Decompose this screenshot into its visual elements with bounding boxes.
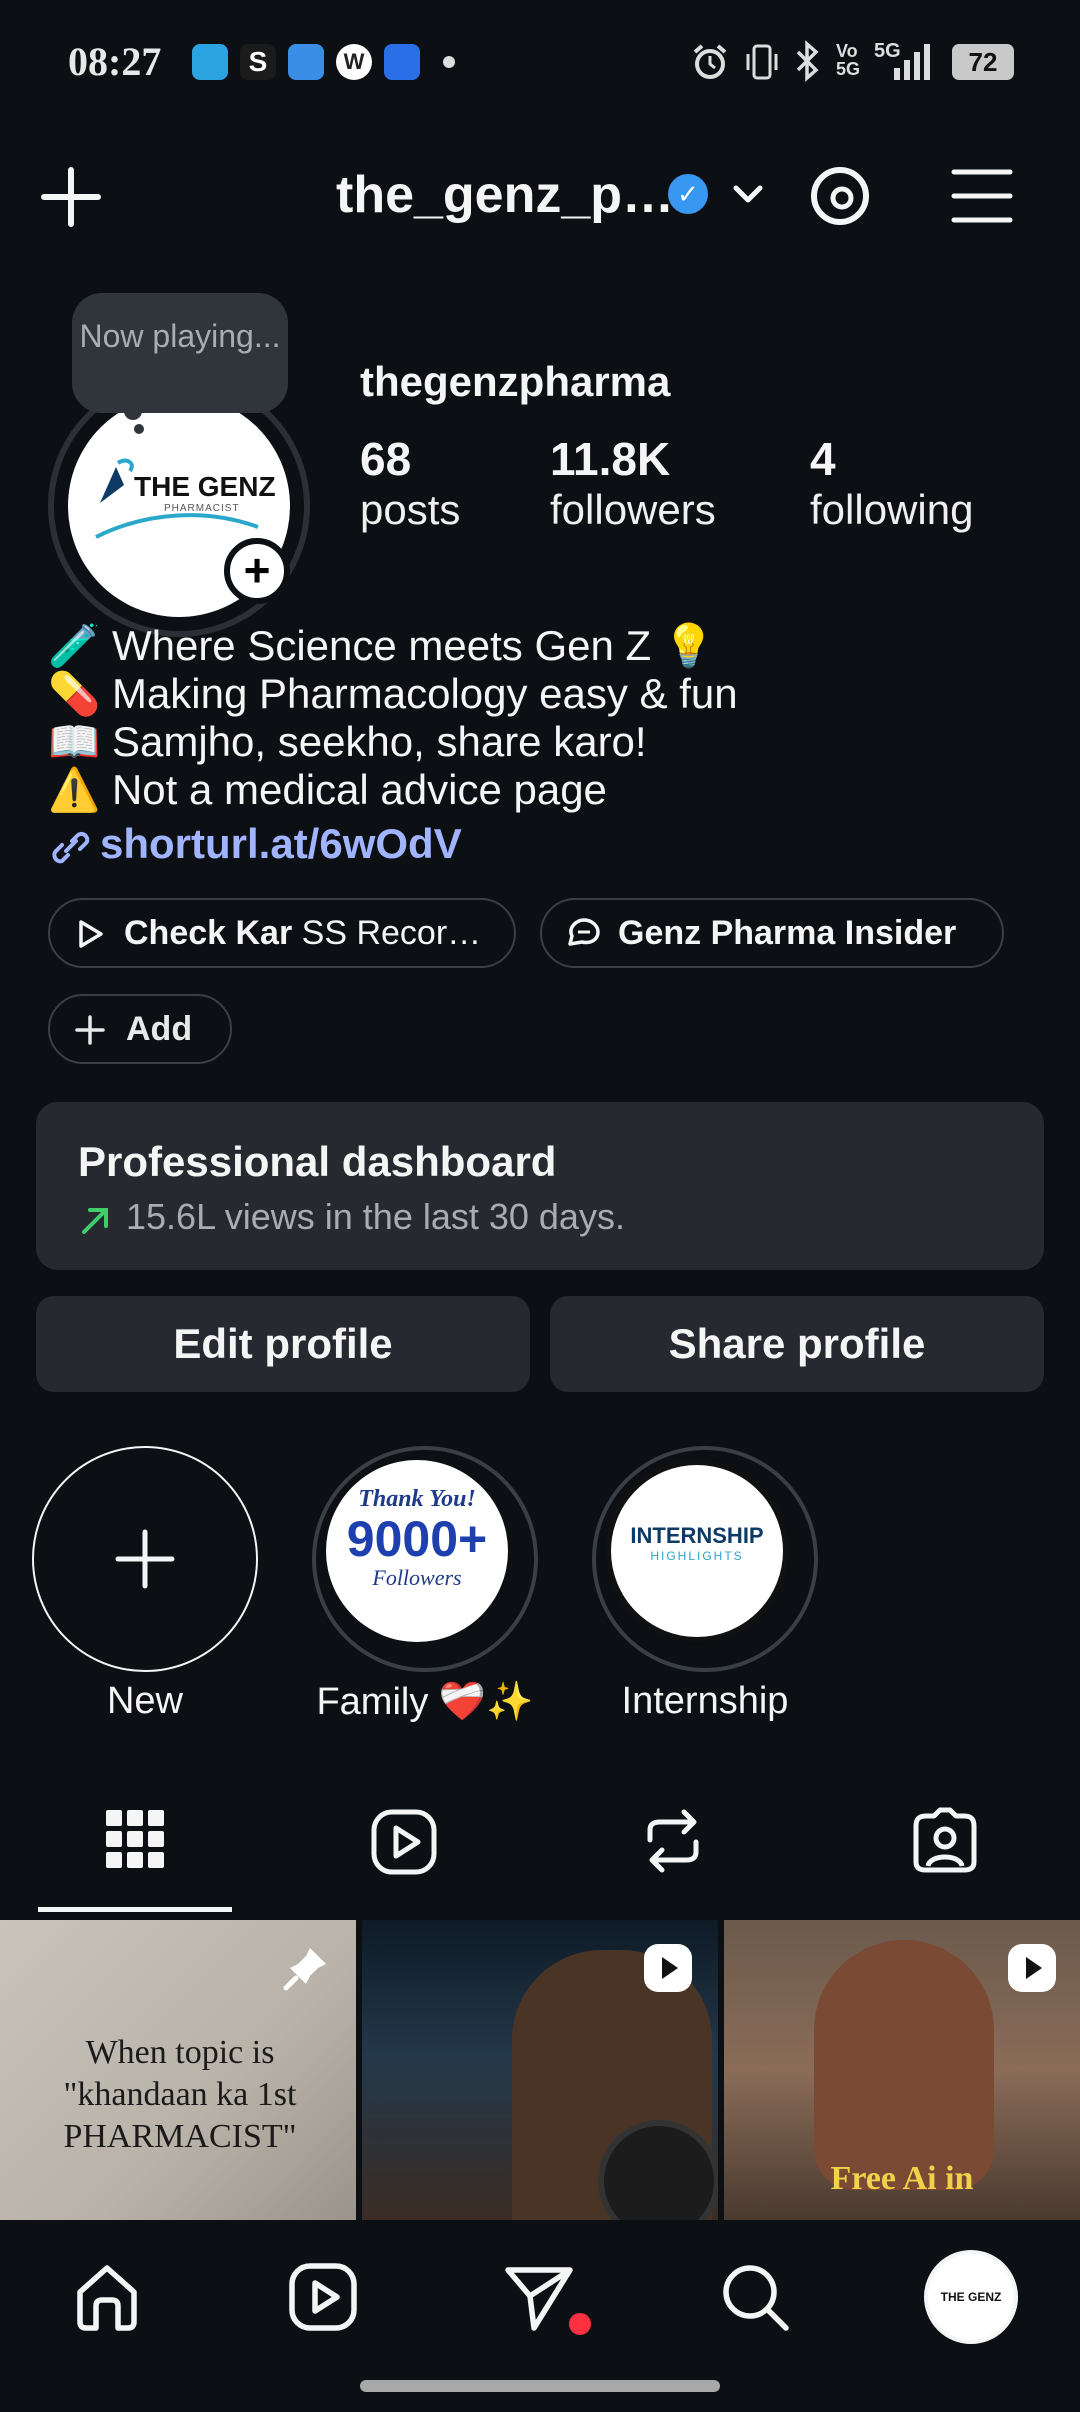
bio-link-text: shorturl.at/6wOdV bbox=[100, 820, 462, 867]
now-playing-bubble[interactable]: Now playing... bbox=[72, 293, 288, 413]
edit-profile-button[interactable]: Edit profile bbox=[36, 1296, 530, 1392]
professional-dashboard-card[interactable]: Professional dashboard 15.6L views in th… bbox=[36, 1102, 1044, 1270]
channel-pill-label: Genz Pharma Insider bbox=[618, 914, 957, 952]
bio-line: 📖 Samjho, seekho, share karo! bbox=[48, 718, 647, 765]
reels-tab-icon[interactable] bbox=[370, 1808, 438, 1876]
family-cover-title: Thank You! bbox=[358, 1486, 476, 1512]
post-person bbox=[814, 1940, 994, 2190]
profile-nav-avatar-text: THE GENZ bbox=[940, 2290, 1002, 2304]
tagged-tab-icon[interactable] bbox=[910, 1806, 980, 1876]
grid-post[interactable]: Free Ai in bbox=[724, 1920, 1080, 2220]
plus-icon bbox=[115, 1529, 175, 1589]
highlight-family[interactable]: Thank You! 9000+ Followers bbox=[312, 1446, 538, 1672]
post-caption-text: When topic is "khandaan ka 1st PHARMACIS… bbox=[63, 2034, 297, 2155]
dashboard-subtitle: 15.6L views in the last 30 days. bbox=[126, 1196, 625, 1237]
grid-post[interactable]: When topic is "khandaan ka 1st PHARMACIS… bbox=[0, 1920, 356, 2220]
s-app-icon: S bbox=[240, 44, 276, 80]
add-pill-label: Add bbox=[126, 1010, 193, 1048]
account-switcher-title[interactable]: the_genz_p… bbox=[336, 165, 674, 225]
trend-up-icon bbox=[82, 1208, 108, 1234]
highlight-new[interactable] bbox=[32, 1446, 258, 1672]
reel-icon bbox=[644, 1944, 692, 1992]
verified-badge-icon: ✓ bbox=[668, 174, 708, 214]
volte-icon: Vo 5G bbox=[836, 41, 861, 79]
bluetooth-icon bbox=[796, 40, 819, 82]
reposts-tab-icon[interactable] bbox=[642, 1806, 704, 1876]
stat-posts[interactable]: 68 posts bbox=[360, 432, 460, 534]
add-story-button[interactable]: + bbox=[224, 538, 290, 604]
bio-line: 💊 Making Pharmacology easy & fun bbox=[48, 670, 738, 717]
stat-followers-value: 11.8K bbox=[550, 433, 671, 485]
plus-icon bbox=[75, 1015, 105, 1045]
notification-dot bbox=[566, 2310, 594, 2338]
stat-followers-label: followers bbox=[550, 486, 716, 533]
highlight-internship-label: Internship bbox=[621, 1680, 789, 1722]
home-indicator[interactable] bbox=[360, 2380, 720, 2392]
profile-nav-avatar[interactable]: THE GENZ bbox=[924, 2250, 1018, 2344]
stat-posts-value: 68 bbox=[360, 433, 412, 485]
pin-icon bbox=[283, 1948, 326, 1991]
home-icon[interactable] bbox=[72, 2262, 142, 2332]
direct-messages-icon[interactable] bbox=[504, 2264, 574, 2334]
bio-link[interactable]: shorturl.at/6wOdV bbox=[48, 820, 462, 868]
app-blue-icon bbox=[288, 44, 324, 80]
bio: 🧪 Where Science meets Gen Z 💡 💊 Making P… bbox=[48, 622, 738, 814]
stat-posts-label: posts bbox=[360, 486, 461, 533]
reel-icon bbox=[1008, 1944, 1056, 1992]
signal-icon bbox=[894, 44, 930, 80]
active-tab-indicator bbox=[38, 1907, 232, 1912]
stat-following-label: following bbox=[810, 486, 974, 533]
telegram-icon bbox=[192, 44, 228, 80]
highlight-family-label: Family ❤️‍🩹✨ bbox=[316, 1681, 534, 1723]
alarm-icon bbox=[693, 44, 727, 79]
family-cover-number: 9000+ bbox=[346, 1511, 488, 1567]
search-icon[interactable] bbox=[720, 2262, 790, 2332]
bio-line: 🧪 Where Science meets Gen Z 💡 bbox=[48, 622, 716, 669]
highlight-family-cover: Thank You! 9000+ Followers bbox=[326, 1460, 508, 1642]
app-store-icon bbox=[384, 44, 420, 80]
avatar-text: THE GENZ bbox=[134, 471, 276, 502]
music-pill-title: Check Kar bbox=[124, 914, 293, 952]
post-caption-text: Free Ai in bbox=[830, 2160, 974, 2197]
more-notifications-icon bbox=[443, 56, 455, 68]
stat-followers[interactable]: 11.8K followers bbox=[550, 432, 716, 534]
stat-following[interactable]: 4 following bbox=[810, 432, 973, 534]
add-link-pill[interactable]: Add bbox=[48, 994, 232, 1064]
menu-icon[interactable] bbox=[950, 166, 1014, 226]
grid-post[interactable] bbox=[362, 1920, 718, 2220]
broadcast-channel-icon bbox=[568, 918, 600, 946]
share-profile-button[interactable]: Share profile bbox=[550, 1296, 1044, 1392]
highlight-new-label: New bbox=[106, 1680, 184, 1722]
w-app-icon: W bbox=[336, 44, 372, 80]
play-outline-icon bbox=[79, 920, 103, 948]
stat-following-value: 4 bbox=[810, 433, 836, 485]
bubble-tail-dot-small bbox=[134, 424, 144, 434]
status-time: 08:27 bbox=[68, 39, 162, 84]
dashboard-title: Professional dashboard bbox=[78, 1138, 557, 1185]
battery-indicator: 72 bbox=[952, 44, 1014, 80]
channel-pill[interactable]: Genz Pharma Insider bbox=[540, 898, 1004, 968]
status-bar: 08:27 S W Vo 5G 5G 72 bbox=[0, 0, 1080, 120]
grid-tab-icon[interactable] bbox=[104, 1808, 166, 1870]
music-pill-rest: SS Recor… bbox=[292, 914, 482, 952]
internship-cover-title: INTERNSHIP bbox=[630, 1523, 764, 1548]
reels-icon[interactable] bbox=[288, 2262, 358, 2332]
family-cover-sub: Followers bbox=[372, 1565, 462, 1590]
bubble-tail-dot bbox=[124, 402, 142, 420]
bio-line: ⚠️ Not a medical advice page bbox=[48, 766, 607, 813]
highlight-internship-cover: INTERNSHIP HIGHLIGHTS bbox=[606, 1460, 788, 1642]
profile-username: thegenzpharma bbox=[360, 358, 671, 405]
create-plus-icon[interactable] bbox=[40, 166, 102, 228]
threads-icon[interactable] bbox=[806, 162, 874, 230]
chevron-down-icon[interactable] bbox=[730, 180, 766, 210]
internship-cover-sub: HIGHLIGHTS bbox=[650, 1549, 744, 1563]
vibrate-icon bbox=[746, 44, 778, 80]
music-pill[interactable]: Check Kar SS Recor… bbox=[48, 898, 516, 968]
link-icon bbox=[52, 831, 90, 864]
highlight-internship[interactable]: INTERNSHIP HIGHLIGHTS bbox=[592, 1446, 818, 1672]
